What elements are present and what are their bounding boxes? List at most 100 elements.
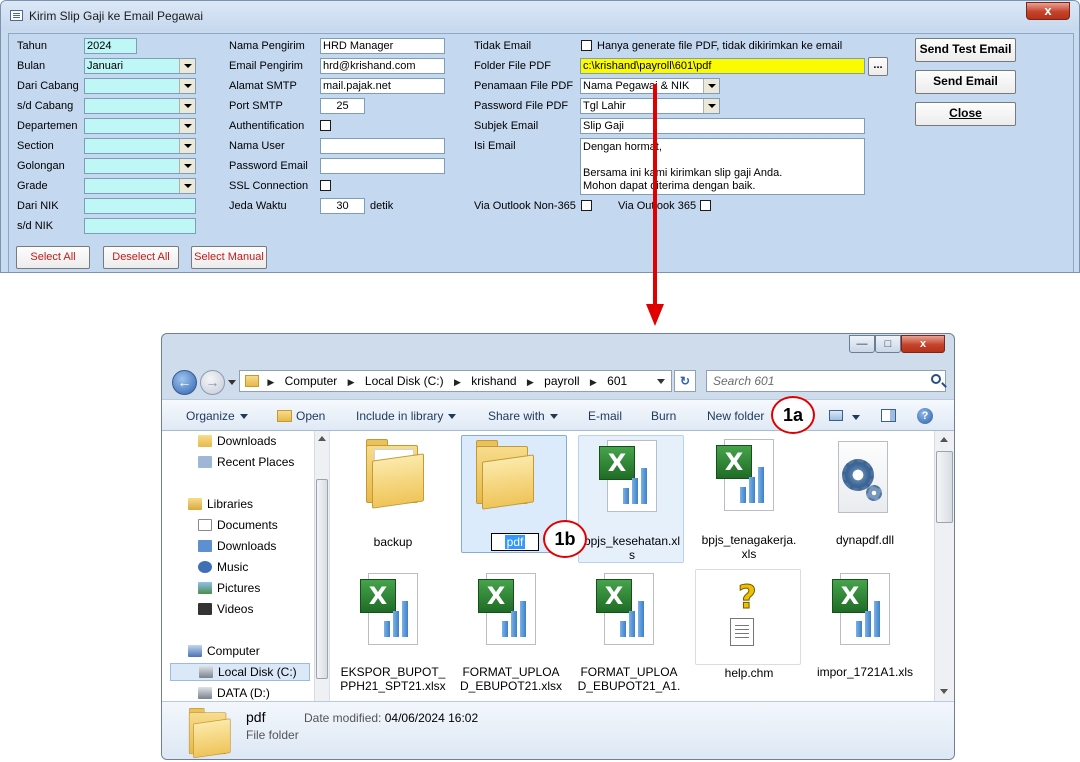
new-folder-button[interactable]: New folder	[707, 409, 764, 423]
chevron-down-icon[interactable]	[179, 99, 195, 113]
scroll-up-arrow-icon[interactable]	[940, 437, 948, 442]
authentification-checkbox[interactable]	[320, 120, 331, 131]
nav-scroll-thumb[interactable]	[316, 479, 328, 679]
sd-nik-field[interactable]	[84, 218, 196, 234]
search-input[interactable]: Search 601	[706, 370, 946, 392]
chevron-down-icon[interactable]	[179, 179, 195, 193]
chevron-down-icon[interactable]	[179, 59, 195, 73]
nav-downloads[interactable]: Downloads	[198, 539, 276, 553]
nav-music[interactable]: Music	[198, 560, 248, 574]
grade-select[interactable]	[84, 178, 196, 194]
file-item-dynapdf[interactable]: dynapdf.dll	[812, 435, 918, 555]
file-item-help[interactable]: ? help.chm	[695, 569, 801, 680]
section-select[interactable]	[84, 138, 196, 154]
maximize-button[interactable]: □	[875, 335, 901, 353]
file-item-format-upload-ebupot21[interactable]: X FORMAT_UPLOA D_EBUPOT21.xlsx	[458, 569, 564, 699]
address-dropdown-icon[interactable]	[657, 379, 665, 384]
refresh-icon[interactable]: ↻	[674, 370, 696, 392]
email-button[interactable]: E-mail	[588, 409, 622, 423]
deselect-all-button[interactable]: Deselect All	[103, 246, 179, 269]
burn-button[interactable]: Burn	[651, 409, 676, 423]
nama-user-field[interactable]	[320, 138, 445, 154]
chevron-down-icon[interactable]	[179, 139, 195, 153]
minimize-button[interactable]: —	[849, 335, 875, 353]
view-dropdown-icon[interactable]	[852, 415, 860, 420]
select-all-button[interactable]: Select All	[16, 246, 90, 269]
file-item-impor-1721a1[interactable]: X impor_1721A1.xls	[812, 569, 918, 689]
scroll-down-arrow-icon[interactable]	[940, 689, 948, 694]
send-test-email-button[interactable]: Send Test Email	[915, 38, 1016, 62]
nav-data-drive[interactable]: DATA (D:)	[198, 686, 270, 700]
breadcrumb-separator-icon[interactable]: ▶	[345, 372, 358, 391]
golongan-select[interactable]	[84, 158, 196, 174]
password-email-field[interactable]	[320, 158, 445, 174]
jeda-waktu-field[interactable]: 30	[320, 198, 365, 214]
address-bar[interactable]: ▶ Computer ▶ Local Disk (C:) ▶ krishand …	[239, 370, 672, 392]
breadcrumb-krishand[interactable]: krishand	[467, 371, 520, 391]
include-in-library-menu[interactable]: Include in library	[356, 409, 457, 423]
sd-cabang-select[interactable]	[84, 98, 196, 114]
file-item-ekspor-bupot[interactable]: X EKSPOR_BUPOT_ PPH21_SPT21.xlsx	[340, 569, 446, 699]
breadcrumb-separator-icon[interactable]: ▶	[264, 372, 277, 391]
breadcrumb-601[interactable]: 601	[603, 371, 631, 391]
nav-recent-places[interactable]: Recent Places	[198, 455, 294, 469]
port-smtp-field[interactable]: 25	[320, 98, 365, 114]
nav-computer[interactable]: Computer	[188, 644, 260, 658]
nav-downloads-favorite[interactable]: Downloads	[198, 434, 276, 448]
open-button[interactable]: Open	[277, 409, 325, 423]
subjek-email-field[interactable]: Slip Gaji	[580, 118, 865, 134]
view-icon[interactable]	[829, 410, 843, 421]
dari-nik-field[interactable]	[84, 198, 196, 214]
breadcrumb-computer[interactable]: Computer	[281, 371, 342, 391]
send-email-button[interactable]: Send Email	[915, 70, 1016, 94]
breadcrumb-separator-icon[interactable]: ▶	[524, 372, 537, 391]
ssl-connection-checkbox[interactable]	[320, 180, 331, 191]
chevron-down-icon[interactable]	[179, 119, 195, 133]
file-item-bpjs-tenagakerja[interactable]: X bpjs_tenagakerja. xls	[696, 435, 802, 563]
alamat-smtp-field[interactable]: mail.pajak.net	[320, 78, 445, 94]
chevron-down-icon[interactable]	[703, 79, 719, 93]
bulan-select[interactable]: Januari	[84, 58, 196, 74]
nav-documents[interactable]: Documents	[198, 518, 278, 532]
back-arrow-icon[interactable]: ←	[172, 370, 197, 395]
close-button[interactable]: Close	[915, 102, 1016, 126]
file-item-backup[interactable]: backup	[340, 435, 446, 555]
password-pdf-select[interactable]: Tgl Lahir	[580, 98, 720, 114]
breadcrumb-separator-icon[interactable]: ▶	[587, 372, 600, 391]
browse-folder-button[interactable]: ...	[868, 57, 888, 76]
search-icon[interactable]	[931, 374, 941, 384]
nama-pengirim-field[interactable]: HRD Manager	[320, 38, 445, 54]
dari-cabang-select[interactable]	[84, 78, 196, 94]
tidak-email-checkbox[interactable]	[581, 40, 592, 51]
isi-email-textarea[interactable]: Dengan hormat, Bersama ini kami kirimkan…	[580, 138, 865, 195]
breadcrumb-separator-icon[interactable]: ▶	[451, 372, 464, 391]
departemen-select[interactable]	[84, 118, 196, 134]
nav-libraries[interactable]: Libraries	[188, 497, 253, 511]
files-scroll-thumb[interactable]	[936, 451, 953, 523]
forward-arrow-icon[interactable]: →	[200, 370, 225, 395]
window-close-button[interactable]: x	[901, 335, 945, 353]
nav-pictures[interactable]: Pictures	[198, 581, 260, 595]
select-manual-button[interactable]: Select Manual	[191, 246, 267, 269]
penamaan-file-select[interactable]: Nama Pegawai & NIK	[580, 78, 720, 94]
organize-menu[interactable]: Organize	[186, 409, 248, 423]
outlook-non365-checkbox[interactable]	[581, 200, 592, 211]
nav-videos[interactable]: Videos	[198, 602, 253, 616]
preview-pane-icon[interactable]	[881, 409, 896, 422]
file-item-format-upload-ebupot21-a1[interactable]: X FORMAT_UPLOA D_EBUPOT21_A1.	[576, 569, 682, 699]
dialog-close-button[interactable]: x	[1026, 2, 1070, 20]
file-item-bpjs-kesehatan[interactable]: X bpjs_kesehatan.xl s	[578, 435, 684, 563]
tahun-field[interactable]: 2024	[84, 38, 137, 54]
help-icon[interactable]: ?	[917, 408, 933, 424]
history-dropdown-icon[interactable]	[228, 380, 236, 385]
breadcrumb-payroll[interactable]: payroll	[540, 371, 583, 391]
chevron-down-icon[interactable]	[179, 79, 195, 93]
chevron-down-icon[interactable]	[703, 99, 719, 113]
chevron-down-icon[interactable]	[179, 159, 195, 173]
files-scrollbar[interactable]	[934, 431, 954, 701]
nav-local-disk[interactable]: Local Disk (C:)	[170, 663, 310, 681]
nav-scrollbar[interactable]	[314, 431, 329, 701]
email-pengirim-field[interactable]: hrd@krishand.com	[320, 58, 445, 74]
scroll-up-arrow-icon[interactable]	[318, 436, 326, 441]
outlook-365-checkbox[interactable]	[700, 200, 711, 211]
